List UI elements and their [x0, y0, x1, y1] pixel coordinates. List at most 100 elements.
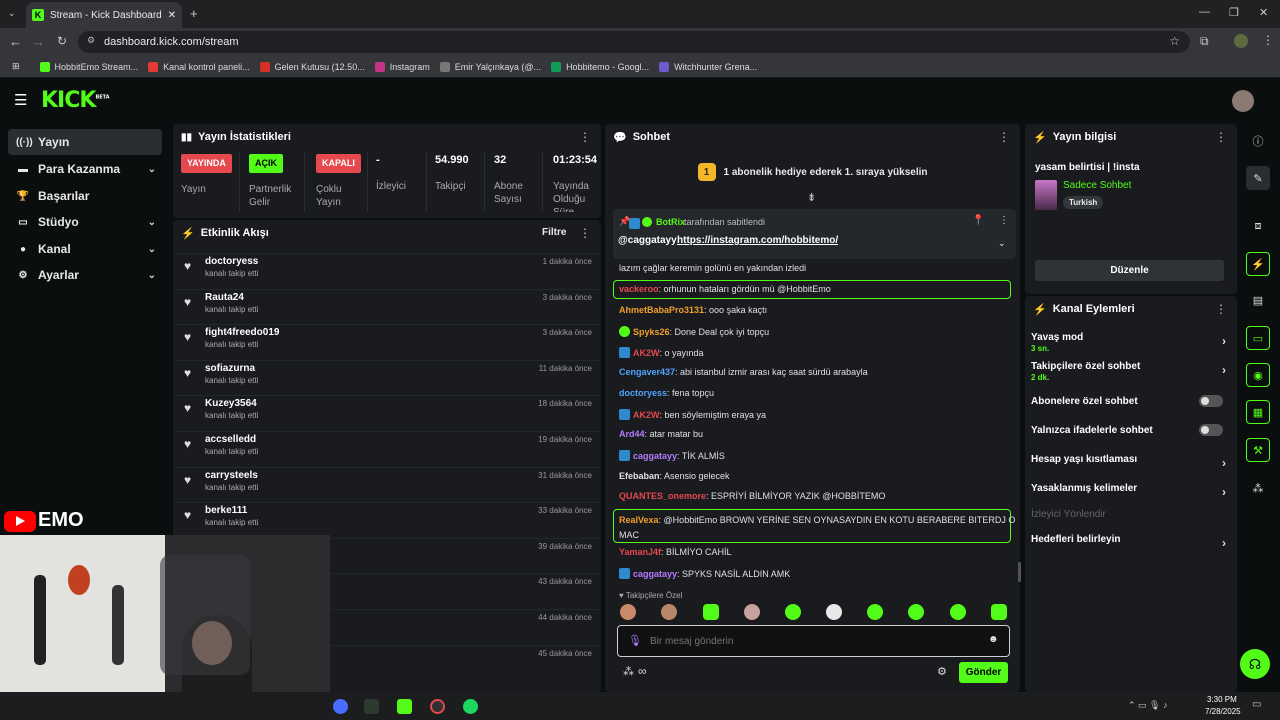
- activity-username[interactable]: accselledd: [205, 434, 256, 445]
- edit-stream-button[interactable]: Düzenle: [1035, 260, 1224, 281]
- send-button[interactable]: Gönder: [959, 662, 1008, 683]
- activity-username[interactable]: sofiazurna: [205, 363, 255, 374]
- chat-scrollbar[interactable]: [1018, 562, 1021, 582]
- stream-category[interactable]: Sadece Sohbet: [1063, 180, 1131, 191]
- apps-icon[interactable]: ⊞: [12, 61, 20, 72]
- toggle-switch[interactable]: [1199, 424, 1223, 436]
- chat-users-icon[interactable]: ⁂: [623, 665, 634, 678]
- taskbar-kick-icon[interactable]: [397, 699, 412, 714]
- activity-username[interactable]: berke111: [205, 505, 247, 516]
- emote-icon[interactable]: [661, 604, 677, 620]
- chat-username[interactable]: AK2W: [633, 410, 660, 420]
- bookmark-7[interactable]: Witchhunter Grena...: [659, 61, 757, 72]
- rail-broadcast-icon[interactable]: ◉: [1246, 363, 1270, 387]
- chat-username[interactable]: Cengaver437: [619, 367, 675, 377]
- bookmark-5[interactable]: Emir Yalçınkaya (@...: [439, 61, 541, 72]
- stats-menu-icon[interactable]: ⋮: [579, 130, 591, 144]
- back-icon[interactable]: ←: [9, 34, 22, 49]
- url-field[interactable]: ⚙ dashboard.kick.com/stream ☆: [78, 31, 1190, 53]
- browser-menu-icon[interactable]: ⋮: [1262, 33, 1274, 47]
- taskbar-xbox-icon[interactable]: [364, 699, 379, 714]
- chat-input-box[interactable]: 🎙 ☻: [617, 625, 1010, 657]
- chat-username[interactable]: caggatayy: [633, 451, 677, 461]
- sidebar-item-kanal[interactable]: ● Kanal ⌄: [8, 236, 162, 262]
- chat-username[interactable]: AhmetBabaPro3131: [619, 305, 704, 315]
- pencil-icon[interactable]: ✎: [1246, 166, 1270, 190]
- stream-info-menu-icon[interactable]: ⋮: [1215, 130, 1227, 144]
- activity-username[interactable]: fight4freedo019: [205, 327, 279, 338]
- channel-action-row[interactable]: Abonelere özel sohbet: [1031, 395, 1231, 407]
- chat-username[interactable]: YamanJ4f: [619, 547, 661, 557]
- activity-username[interactable]: Kuzey3564: [205, 398, 257, 409]
- channel-action-row[interactable]: Yalnızca ifadelerle sohbet: [1031, 424, 1231, 436]
- chat-username[interactable]: doctoryess: [619, 388, 667, 398]
- forward-icon[interactable]: →: [32, 34, 45, 49]
- emote-icon[interactable]: [744, 604, 760, 620]
- document-icon[interactable]: ▤: [1246, 288, 1270, 312]
- channel-action-row[interactable]: Hesap yaşı kısıtlaması ›: [1031, 454, 1231, 470]
- tray-icons[interactable]: ⌃ ▭ 🎙 ♪: [1128, 700, 1167, 711]
- emote-icon[interactable]: [991, 604, 1007, 620]
- infinity-icon[interactable]: ∞: [638, 664, 647, 678]
- rail-bolt-icon[interactable]: ⚡: [1246, 252, 1270, 276]
- channel-actions-menu-icon[interactable]: ⋮: [1215, 302, 1227, 316]
- taskbar-spotify-icon[interactable]: [463, 699, 478, 714]
- rail-chat-icon[interactable]: ▭: [1246, 326, 1270, 350]
- kick-logo[interactable]: KICKBETA: [41, 88, 110, 113]
- profile-avatar[interactable]: [1234, 34, 1248, 48]
- support-headset-icon[interactable]: ☊: [1240, 649, 1270, 679]
- channel-action-row[interactable]: Hedefleri belirleyin ›: [1031, 534, 1231, 550]
- activity-username[interactable]: carrysteels: [205, 470, 258, 481]
- emote-icon[interactable]: [950, 604, 966, 620]
- chat-menu-icon[interactable]: ⋮: [998, 130, 1010, 144]
- bookmark-2[interactable]: Kanal kontrol paneli...: [148, 61, 250, 72]
- sidebar-item-para-kazanma[interactable]: ▬ Para Kazanma ⌄: [8, 156, 162, 182]
- browser-tab[interactable]: K Stream - Kick Dashboard ✕: [26, 2, 182, 28]
- crop-icon[interactable]: ⧈: [1246, 214, 1270, 238]
- hamburger-menu-icon[interactable]: ☰: [14, 91, 27, 109]
- chat-username[interactable]: AK2W: [633, 348, 660, 358]
- activity-menu-icon[interactable]: ⋮: [579, 226, 591, 240]
- minimize-icon[interactable]: —: [1199, 6, 1210, 18]
- emoji-icon[interactable]: ☻: [988, 634, 999, 645]
- expand-chevron-icon[interactable]: ⌄: [998, 238, 1006, 249]
- sidebar-item-yayin[interactable]: ((·)) Yayın: [8, 129, 162, 155]
- emote-icon[interactable]: [785, 604, 801, 620]
- chat-username[interactable]: vackeroo: [619, 284, 659, 294]
- rail-layout-icon[interactable]: ▦: [1246, 400, 1270, 424]
- rail-users-icon[interactable]: ⁂: [1246, 476, 1270, 500]
- activity-username[interactable]: doctoryess: [205, 256, 258, 267]
- notification-icon[interactable]: ▭: [1252, 699, 1261, 710]
- window-close-icon[interactable]: ✕: [1259, 6, 1268, 19]
- bookmark-3[interactable]: Gelen Kutusu (12.50...: [259, 61, 365, 72]
- chat-username[interactable]: Ard44: [619, 429, 645, 439]
- emote-icon[interactable]: [908, 604, 924, 620]
- info-icon[interactable]: ⓘ: [1246, 129, 1270, 153]
- chat-username[interactable]: QUANTES_onemore: [619, 491, 706, 501]
- restore-icon[interactable]: ❐: [1229, 6, 1239, 19]
- chat-settings-icon[interactable]: ⚙: [937, 665, 947, 678]
- emote-icon[interactable]: [703, 604, 719, 620]
- user-avatar[interactable]: [1232, 90, 1254, 112]
- pinned-menu-icon[interactable]: ⋮: [999, 215, 1009, 226]
- new-tab-icon[interactable]: +: [190, 6, 198, 21]
- microphone-icon[interactable]: 🎙: [628, 634, 642, 647]
- sidebar-item-studyo[interactable]: ▭ Stüdyo ⌄: [8, 209, 162, 235]
- emote-icon[interactable]: [826, 604, 842, 620]
- site-info-icon[interactable]: ⚙: [87, 35, 95, 46]
- reload-icon[interactable]: ↻: [57, 34, 67, 48]
- unpin-icon[interactable]: 📍: [972, 215, 984, 226]
- emote-icon[interactable]: [867, 604, 883, 620]
- bookmark-star-icon[interactable]: ☆: [1169, 34, 1180, 48]
- tab-search-icon[interactable]: ⌄: [8, 8, 16, 19]
- sidebar-item-basarilar[interactable]: 🏆 Başarılar: [8, 183, 162, 209]
- toggle-switch[interactable]: [1199, 395, 1223, 407]
- bookmark-6[interactable]: Hobbitemo - Googl...: [551, 61, 649, 72]
- chat-username[interactable]: Efebaban: [619, 471, 660, 481]
- scroll-down-arrow-icon[interactable]: ⇟: [807, 191, 816, 204]
- tab-close-icon[interactable]: ✕: [168, 10, 176, 21]
- bookmark-1[interactable]: HobbitEmo Stream...: [39, 61, 138, 72]
- chat-username[interactable]: Spyks26: [633, 327, 670, 337]
- channel-action-row[interactable]: Yavaş mod 3 sn. ›: [1031, 332, 1231, 353]
- rail-wrench-icon[interactable]: ⚒: [1246, 438, 1270, 462]
